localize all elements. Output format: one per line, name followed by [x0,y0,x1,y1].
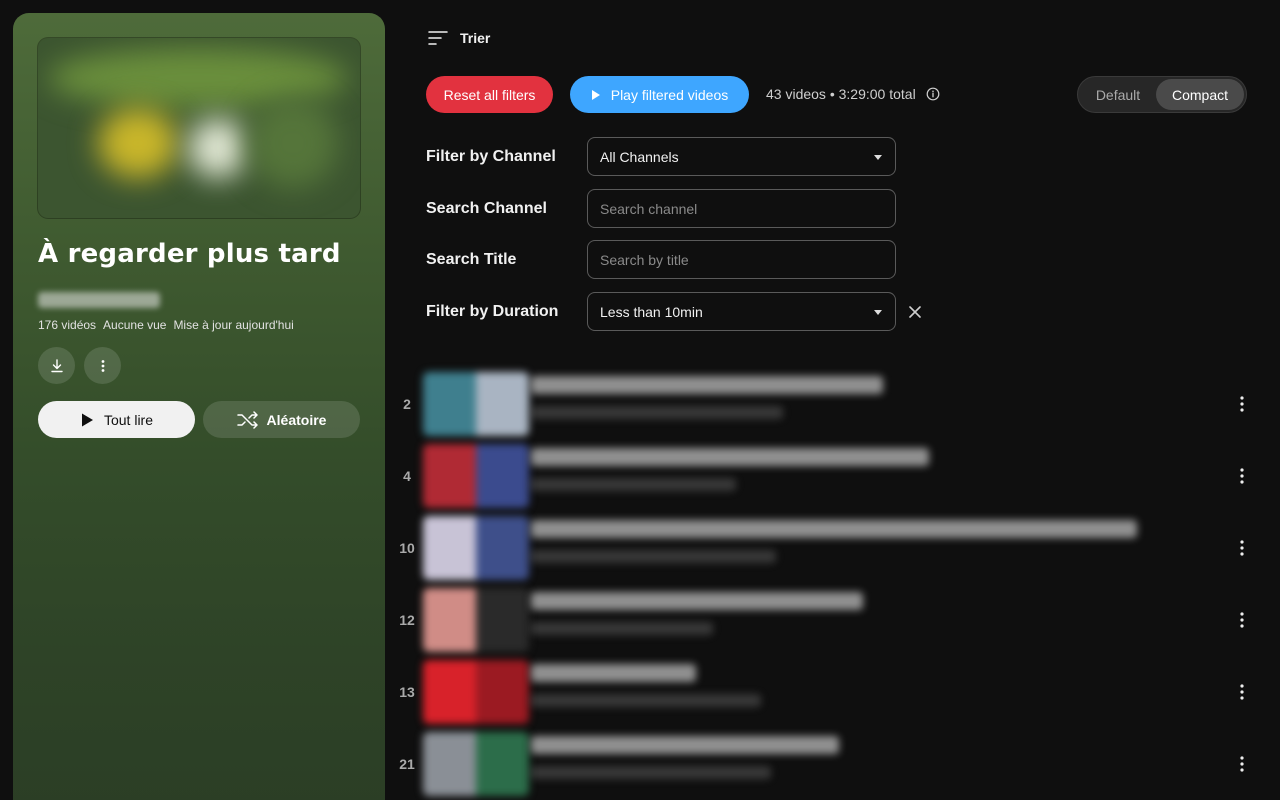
video-menu-button[interactable] [1230,680,1254,704]
video-menu-button[interactable] [1230,608,1254,632]
video-meta [531,406,783,419]
more-vert-icon [101,359,104,372]
video-index: 2 [403,396,411,412]
video-title[interactable] [531,736,839,754]
video-thumbnail[interactable] [423,588,529,652]
video-index: 21 [399,756,415,772]
playlist-title: À regarder plus tard [38,239,341,269]
search-channel-input[interactable] [600,200,883,217]
shuffle-label: Aléatoire [266,411,327,428]
view-compact-option[interactable]: Compact [1156,79,1244,110]
video-row[interactable]: 2 [390,370,1260,438]
view-count: Aucune vue [103,318,167,332]
video-meta [531,766,771,779]
more-vert-icon [1240,756,1244,772]
channel-filter-label: Filter by Channel [426,148,556,165]
video-row[interactable]: 21 [390,730,1260,798]
play-filtered-button[interactable]: Play filtered videos [570,76,749,113]
video-index: 10 [399,540,415,556]
video-row[interactable]: 13 [390,658,1260,726]
sort-icon [428,31,448,45]
video-meta [531,694,761,707]
video-thumbnail[interactable] [423,732,529,796]
sort-label: Trier [460,30,491,46]
video-meta [531,478,736,491]
view-default-option[interactable]: Default [1080,79,1156,110]
search-title-label: Search Title [426,251,517,268]
close-icon [909,306,921,318]
duration-select-value: Less than 10min [600,303,703,320]
more-vert-icon [1240,684,1244,700]
updated-date: Mise à jour aujourd'hui [173,318,294,332]
video-row[interactable]: 4 [390,442,1260,510]
chevron-down-icon [874,155,882,160]
reset-filters-button[interactable]: Reset all filters [426,76,553,113]
playlist-owner-name[interactable] [38,292,160,308]
more-vert-icon [1240,396,1244,412]
video-title[interactable] [531,592,863,610]
video-menu-button[interactable] [1230,464,1254,488]
video-thumbnail[interactable] [423,516,529,580]
video-count: 176 vidéos [38,318,97,332]
video-menu-button[interactable] [1230,392,1254,416]
more-vert-icon [1240,612,1244,628]
play-filtered-label: Play filtered videos [610,86,729,103]
play-icon [591,89,600,100]
video-title[interactable] [531,664,696,682]
video-row[interactable]: 10 [390,514,1260,582]
shuffle-icon [236,410,258,429]
video-meta [531,550,776,563]
clear-duration-button[interactable] [905,302,925,322]
search-channel-label: Search Channel [426,200,547,217]
video-thumbnail[interactable] [423,444,529,508]
play-all-label: Tout lire [103,411,154,428]
channel-select[interactable]: All Channels [587,137,896,176]
play-all-button[interactable]: Tout lire [38,401,195,438]
download-button[interactable] [38,347,75,384]
video-title[interactable] [531,448,929,466]
play-icon [81,413,93,426]
playlist-thumbnail[interactable] [38,38,360,218]
video-thumbnail[interactable] [423,660,529,724]
video-index: 12 [399,612,415,628]
playlist-header-panel: À regarder plus tard 176 vidéos Aucune v… [13,13,385,800]
sort-button[interactable]: Trier [428,30,490,46]
chevron-down-icon [874,310,882,315]
shuffle-button[interactable]: Aléatoire [203,401,360,438]
duration-filter-label: Filter by Duration [426,303,559,320]
video-index: 4 [403,468,411,484]
download-icon [50,358,63,372]
video-title[interactable] [531,376,883,394]
more-vert-icon [1240,540,1244,556]
video-row[interactable]: 12 [390,586,1260,654]
duration-select[interactable]: Less than 10min [587,292,896,331]
video-title[interactable] [531,520,1137,538]
filter-summary: 43 videos • 3:29:00 total [766,86,940,102]
search-channel-field [587,189,896,228]
info-icon[interactable] [926,87,940,101]
view-mode-toggle: Default Compact [1077,76,1247,113]
search-title-input[interactable] [600,251,883,268]
more-vert-icon [1240,468,1244,484]
more-actions-button[interactable] [84,347,121,384]
video-menu-button[interactable] [1230,536,1254,560]
video-thumbnail[interactable] [423,372,529,436]
search-title-field [587,240,896,279]
channel-select-value: All Channels [600,148,679,165]
video-meta [531,622,713,635]
playlist-stats: 176 vidéos Aucune vue Mise à jour aujour… [38,318,294,332]
video-index: 13 [399,684,415,700]
summary-text: 43 videos • 3:29:00 total [766,86,916,102]
video-menu-button[interactable] [1230,752,1254,776]
